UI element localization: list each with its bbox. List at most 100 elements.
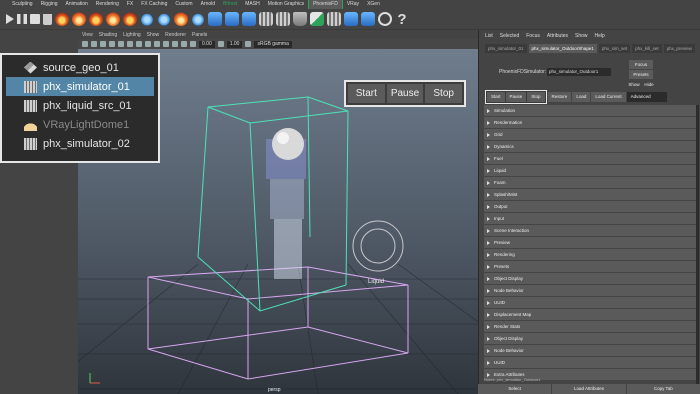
viewport-menu-panels[interactable]: Panels [192, 32, 207, 38]
shelf-tab-rendering[interactable]: Rendering [92, 0, 123, 9]
liquid-source-sphere[interactable] [272, 128, 304, 160]
outliner-item-vray-light-dome[interactable]: VRayLightDome1 [6, 115, 154, 134]
rollout-splash-mist[interactable]: Splash/Mist [484, 189, 696, 200]
shelf-tab-xgen[interactable]: XGen [363, 0, 384, 9]
explosion-icon[interactable] [123, 12, 137, 26]
dome-light-gizmo[interactable] [352, 220, 404, 272]
ae-tab-kill-set[interactable]: phx_kill_set [632, 44, 662, 53]
stop-icon[interactable] [30, 14, 40, 24]
rollout-node-behavior[interactable]: Node Behavior [484, 345, 696, 356]
fire-simulator-icon[interactable] [55, 12, 69, 26]
copy-tab-button[interactable]: Copy Tab [626, 384, 700, 394]
shelf-tab-rigging[interactable]: Rigging [37, 0, 62, 9]
rollout-node-behavior[interactable]: Node Behavior [484, 285, 696, 296]
shelf-tab-mash[interactable]: MASH [241, 0, 263, 9]
ambient-occlusion-icon[interactable] [145, 41, 151, 47]
rollout-displacement-map[interactable]: Displacement Map [484, 309, 696, 320]
trash-icon[interactable] [43, 13, 52, 25]
xray-joints-icon[interactable] [181, 41, 187, 47]
rollout-object-display[interactable]: Object Display [484, 273, 696, 284]
lights-icon[interactable] [127, 41, 133, 47]
rollout-object-display[interactable]: Object Display [484, 333, 696, 344]
rollout-foam[interactable]: Foam [484, 177, 696, 188]
select-button[interactable]: Select [478, 384, 552, 394]
grid-toggle-icon[interactable] [91, 41, 97, 47]
grid-icon[interactable] [259, 12, 273, 26]
ae-restore-button[interactable]: Restore [547, 92, 572, 102]
rollout-fuel[interactable]: Fuel [484, 153, 696, 164]
ae-menu-focus[interactable]: Focus [526, 33, 540, 39]
ae-menu-help[interactable]: Help [595, 33, 605, 39]
ae-tab-sim-set[interactable]: phx_sim_set [598, 44, 631, 53]
shadows-icon[interactable] [136, 41, 142, 47]
ae-menu-list[interactable]: List [485, 33, 493, 39]
shelf-tab-motion-graphics[interactable]: Motion Graphics [264, 0, 308, 9]
ae-start-button[interactable]: Start [487, 92, 505, 102]
ae-tab-simulator[interactable]: phx_simulator_01 [485, 44, 527, 53]
xray-icon[interactable] [172, 41, 178, 47]
texture-icon[interactable] [118, 41, 124, 47]
rollout-render-stats[interactable]: Render Stats [484, 321, 696, 332]
rollout-rendering[interactable]: Rendering [484, 249, 696, 260]
shelf-tab-vray[interactable]: VRay [343, 0, 363, 9]
ae-menu-selected[interactable]: Selected [500, 33, 519, 39]
exposure-field[interactable]: 0.00 [199, 40, 215, 48]
focus-button[interactable]: Focus [629, 60, 653, 69]
antialias-icon[interactable] [154, 41, 160, 47]
ocean-icon[interactable] [191, 12, 205, 26]
color-management-icon[interactable] [245, 41, 252, 47]
rollout-uuid[interactable]: UUID [484, 357, 696, 368]
mode-dropdown[interactable]: Advanced [626, 92, 667, 102]
start-button[interactable]: Start [348, 84, 385, 103]
rollout-dynamics[interactable]: Dynamics [484, 141, 696, 152]
force-icon[interactable] [344, 12, 358, 26]
shelf-tab-arnold[interactable]: Arnold [197, 0, 219, 9]
particle-icon[interactable] [174, 12, 188, 26]
shelf-tab-sculpting[interactable]: Sculpting [8, 0, 37, 9]
foam-icon[interactable] [225, 12, 239, 26]
rollout-presets[interactable]: Presets [484, 261, 696, 272]
hide-button[interactable]: Hide [642, 80, 656, 89]
load-attributes-button[interactable]: Load Attributes [552, 384, 626, 394]
liquid-source-icon[interactable] [157, 12, 171, 26]
shelf-tab-bifrost[interactable]: Bifrost [219, 0, 241, 9]
isolate-icon[interactable] [163, 41, 169, 47]
fire-source-icon[interactable] [72, 12, 86, 26]
pause-button[interactable]: Pause [386, 84, 424, 103]
outliner-item-phx-simulator-01[interactable]: phx_simulator_01 [6, 77, 154, 96]
flag-icon[interactable] [310, 12, 324, 26]
colorspace-dropdown[interactable]: sRGB gamma [254, 40, 292, 48]
rollout-scene-interaction[interactable]: Scene Interaction [484, 225, 696, 236]
wireframe-icon[interactable] [100, 41, 106, 47]
shelf-tab-fx-caching[interactable]: FX Caching [137, 0, 171, 9]
shelf-tab-custom[interactable]: Custom [171, 0, 196, 9]
cache-icon[interactable] [327, 12, 341, 26]
show-button[interactable]: Show [627, 80, 641, 89]
splash-icon[interactable] [242, 12, 256, 26]
shelf-tab-fx[interactable]: FX [123, 0, 137, 9]
ae-load-button[interactable]: Load [572, 92, 591, 102]
gamma-field[interactable]: 1.00 [226, 40, 243, 48]
rollout-grid[interactable]: Grid [484, 129, 696, 140]
shelf-tab-animation[interactable]: Animation [62, 0, 92, 9]
rollout-rendermation[interactable]: Rendermation [484, 117, 696, 128]
viewport-menu-show[interactable]: Show [147, 32, 160, 38]
viewport-menu-view[interactable]: View [82, 32, 93, 38]
rollout-simulation[interactable]: Simulation [484, 105, 696, 116]
rollout-preview[interactable]: Preview [484, 237, 696, 248]
camera-icon[interactable] [82, 41, 88, 47]
ring-icon[interactable] [378, 12, 392, 26]
fire-preset-icon[interactable] [89, 12, 103, 26]
mesher-icon[interactable] [276, 12, 290, 26]
ae-pause-button[interactable]: Pause [505, 92, 527, 102]
ae-menu-attributes[interactable]: Attributes [547, 33, 568, 39]
node-name-field[interactable]: phx_simulator_Outdoor1 [547, 68, 611, 76]
presets-button[interactable]: Presets [629, 70, 653, 79]
play-icon[interactable] [6, 14, 14, 24]
viewport-menu-lighting[interactable]: Lighting [123, 32, 141, 38]
outliner-item-phx-simulator-02[interactable]: phx_simulator_02 [6, 134, 154, 153]
rollout-output[interactable]: Output [484, 201, 696, 212]
outliner-item-source-geo[interactable]: source_geo_01 [6, 58, 154, 77]
ae-stop-button[interactable]: Stop [527, 92, 545, 102]
outliner-item-phx-liquid-src[interactable]: phx_liquid_src_01 [6, 96, 154, 115]
